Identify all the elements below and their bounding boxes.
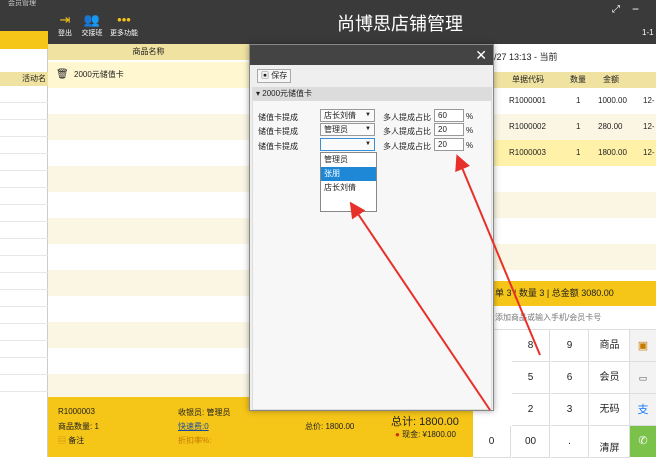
annotation-arrows	[349, 154, 541, 411]
